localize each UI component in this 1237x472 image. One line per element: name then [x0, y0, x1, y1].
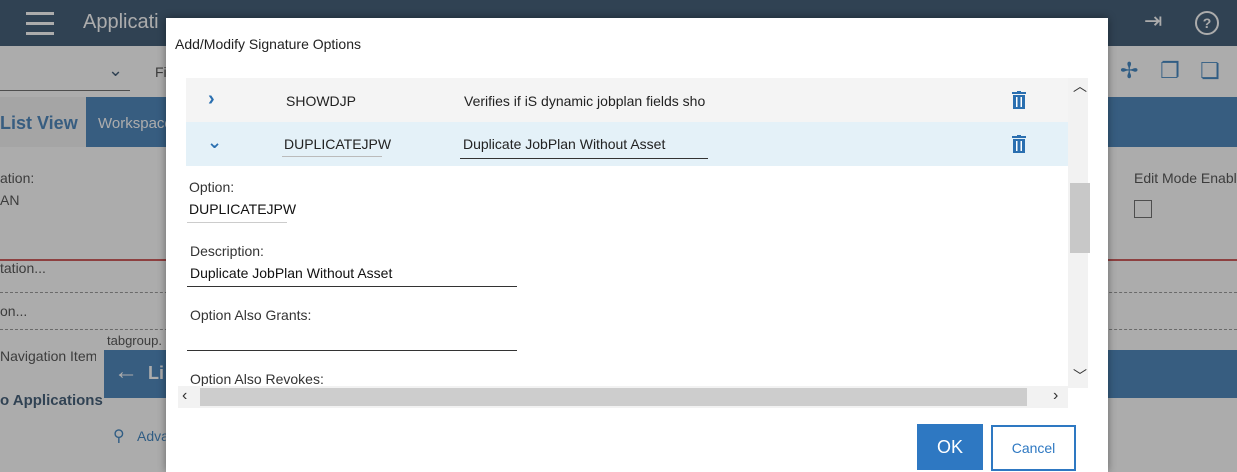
dialog-title: Add/Modify Signature Options [175, 36, 361, 52]
scroll-up-icon[interactable]: ︿ [1073, 76, 1087, 96]
options-table: › SHOWDJP Verifies if iS dynamic jobplan… [186, 78, 1068, 388]
option-value: DUPLICATEJPW [189, 201, 297, 217]
chevron-right-icon[interactable]: › [208, 88, 215, 111]
horizontal-scroll-thumb[interactable] [200, 388, 1027, 406]
trash-icon[interactable] [1012, 135, 1026, 153]
grants-field[interactable] [190, 329, 516, 347]
detail-panel: Option: DUPLICATEJPW Description: Duplic… [186, 166, 1068, 388]
scroll-left-icon[interactable]: ‹ [182, 387, 187, 405]
table-row-selected[interactable]: ⌄ DUPLICATEJPW Duplicate JobPlan Without… [186, 122, 1068, 166]
scroll-right-icon[interactable]: › [1053, 387, 1058, 405]
cancel-button[interactable]: Cancel [991, 425, 1076, 471]
scroll-down-icon[interactable]: ﹀ [1073, 366, 1087, 386]
option-value-underline [187, 222, 287, 223]
row-description-underline [460, 158, 708, 159]
description-label: Description: [190, 243, 264, 259]
signature-options-dialog: Add/Modify Signature Options › SHOWDJP V… [166, 18, 1108, 472]
revokes-label: Option Also Revokes: [190, 371, 324, 387]
row-description: Verifies if iS dynamic jobplan fields sh… [464, 93, 706, 109]
description-underline [187, 286, 517, 287]
vertical-scrollbar[interactable]: ︿ ﹀ [1068, 76, 1090, 388]
row-option[interactable]: DUPLICATEJPW [284, 136, 391, 152]
table-row[interactable]: › SHOWDJP Verifies if iS dynamic jobplan… [186, 78, 1068, 122]
option-label: Option: [189, 179, 235, 195]
trash-icon[interactable] [1012, 91, 1026, 109]
ok-button[interactable]: OK [917, 424, 983, 470]
chevron-down-icon[interactable]: ⌄ [207, 132, 222, 153]
row-option-underline [282, 156, 382, 157]
row-description-input[interactable]: Duplicate JobPlan Without Asset [463, 136, 665, 152]
grants-label: Option Also Grants: [190, 307, 312, 323]
row-option: SHOWDJP [286, 93, 356, 109]
horizontal-scrollbar[interactable]: ‹ › [178, 386, 1068, 408]
description-field[interactable]: Duplicate JobPlan Without Asset [190, 265, 392, 281]
grants-underline [187, 350, 517, 351]
vertical-scroll-thumb[interactable] [1070, 183, 1090, 253]
